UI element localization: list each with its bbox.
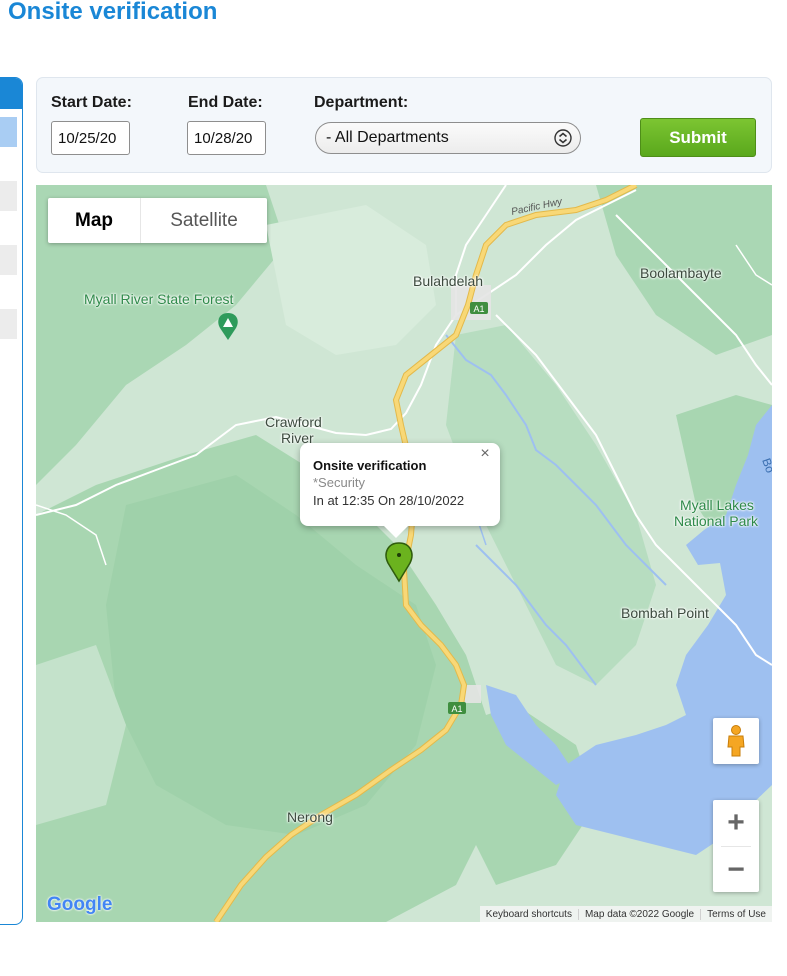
map-data-attribution: Map data ©2022 Google — [577, 908, 700, 920]
zoom-in-button[interactable]: + — [713, 800, 759, 846]
map-label-bombah-point: Bombah Point — [621, 605, 709, 621]
map-label-crawford: Crawford — [265, 414, 322, 430]
left-list-panel — [0, 77, 23, 925]
terms-of-use-link[interactable]: Terms of Use — [700, 908, 772, 920]
map-type-map-button[interactable]: Map — [48, 198, 141, 243]
filter-bar: Start Date: End Date: Department: - All … — [36, 77, 772, 173]
department-select-value: - All Departments — [326, 129, 449, 146]
select-arrows-icon — [554, 129, 572, 147]
department-label: Department: — [314, 94, 409, 111]
end-date-input[interactable] — [187, 121, 266, 155]
submit-button[interactable]: Submit — [640, 118, 756, 157]
info-window-detail: In at 12:35 On 28/10/2022 — [313, 493, 465, 508]
close-icon[interactable]: × — [476, 445, 494, 463]
map-label-bulahdelah: Bulahdelah — [413, 273, 484, 289]
map-label-myall-river-state-forest: Myall River State Forest — [84, 291, 234, 307]
a1-shield-label: A1 — [451, 704, 462, 714]
a1-shield-label: A1 — [473, 304, 484, 314]
left-panel-header — [0, 78, 22, 109]
page-title: › Onsite verification — [0, 0, 217, 28]
keyboard-shortcuts-link[interactable]: Keyboard shortcuts — [480, 909, 578, 920]
google-logo: Google — [47, 894, 112, 916]
list-item[interactable] — [0, 245, 17, 275]
page-title-text: Onsite verification — [8, 0, 218, 25]
department-select[interactable]: - All Departments — [315, 122, 581, 154]
info-window-department: *Security — [313, 475, 366, 490]
zoom-control: + − — [713, 800, 759, 892]
street-view-pegman-button[interactable] — [713, 718, 759, 764]
list-item[interactable] — [0, 181, 17, 211]
zoom-out-button[interactable]: − — [713, 847, 759, 893]
start-date-input[interactable] — [51, 121, 130, 155]
list-item[interactable] — [0, 309, 17, 339]
map-type-control: Map Satellite — [48, 198, 267, 243]
end-date-label: End Date: — [188, 94, 263, 111]
start-date-label: Start Date: — [51, 94, 132, 111]
map-label-boolambayte: Boolambayte — [640, 265, 722, 281]
map-attribution: Keyboard shortcuts Map data ©2022 Google… — [479, 906, 772, 922]
map-label-myall-lakes: Myall Lakes — [680, 497, 754, 513]
google-logo-text: Google — [47, 894, 113, 915]
pegman-icon — [727, 725, 745, 757]
map-label-nerong: Nerong — [287, 809, 333, 825]
info-window-title: Onsite verification — [313, 458, 427, 473]
marker-info-window: × Onsite verification *Security In at 12… — [300, 443, 500, 538]
map-view[interactable]: A1 A1 Pacific Hwy Bo Bulahdelah Boolamba… — [36, 185, 772, 922]
map-label-national-park: National Park — [674, 513, 759, 529]
list-item[interactable] — [0, 117, 17, 147]
map-type-satellite-button[interactable]: Satellite — [141, 198, 267, 243]
